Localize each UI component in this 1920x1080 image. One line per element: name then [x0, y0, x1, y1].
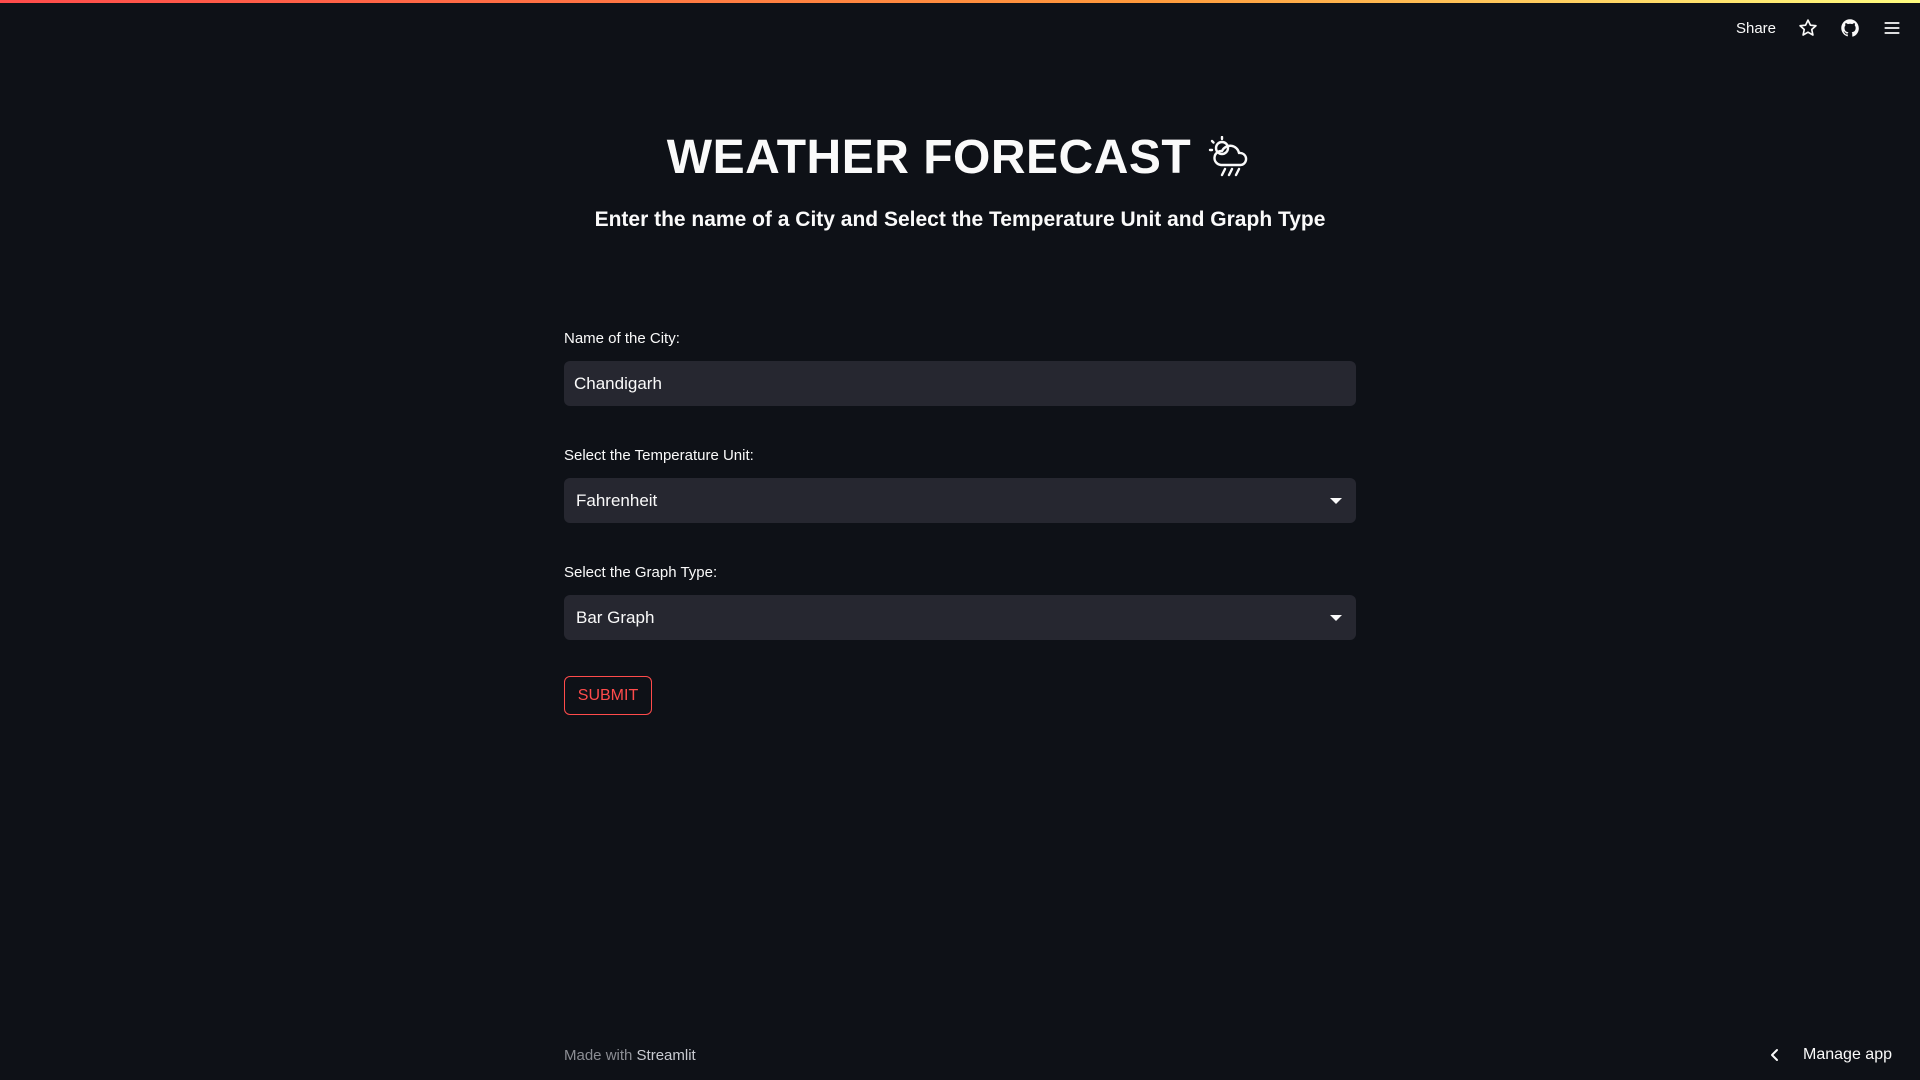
city-input[interactable]: Chandigarh	[564, 361, 1356, 406]
city-label: Name of the City:	[564, 330, 680, 347]
temperature-unit-value: Fahrenheit	[576, 490, 658, 510]
star-icon[interactable]	[1798, 18, 1818, 38]
chevron-left-icon	[1771, 1049, 1779, 1061]
graph-type-label: Select the Graph Type:	[564, 564, 718, 581]
top-decoration-bar	[0, 0, 1920, 3]
footer-made-with: Made with	[564, 1047, 633, 1064]
temperature-unit-select[interactable]: Fahrenheit	[564, 478, 1356, 523]
footer: Made with Streamlit	[564, 1047, 696, 1064]
page-title: WEATHER FORECAST	[666, 131, 1192, 184]
chevron-down-icon	[1330, 614, 1342, 621]
streamlit-link[interactable]: Streamlit	[637, 1047, 696, 1064]
top-toolbar: Share	[1736, 14, 1902, 42]
manage-app-button[interactable]: Manage app	[1767, 1043, 1892, 1067]
manage-app-label: Manage app	[1803, 1046, 1892, 1063]
graph-type-select[interactable]: Bar Graph	[564, 595, 1356, 640]
chevron-down-icon	[1330, 497, 1342, 504]
share-button[interactable]: Share	[1736, 20, 1776, 37]
submit-button[interactable]: SUBMIT	[564, 676, 652, 715]
title-row: WEATHER FORECAST	[564, 130, 1356, 185]
github-icon[interactable]	[1840, 18, 1860, 38]
graph-type-value: Bar Graph	[576, 607, 655, 627]
page-subtitle: Enter the name of a City and Select the …	[594, 208, 1326, 231]
cloud-rain-icon	[1209, 135, 1248, 176]
hamburger-menu-icon[interactable]	[1882, 18, 1902, 38]
temperature-unit-label: Select the Temperature Unit:	[564, 447, 754, 464]
